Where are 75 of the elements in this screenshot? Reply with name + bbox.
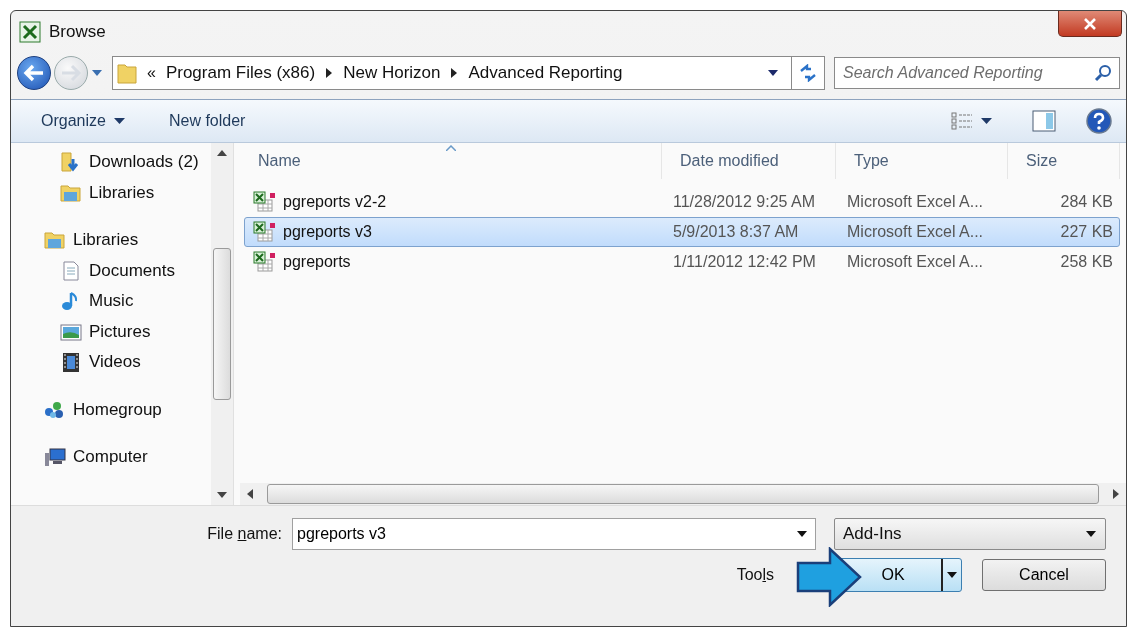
new-folder-button[interactable]: New folder <box>168 112 246 130</box>
nav-item[interactable]: Pictures <box>35 316 211 347</box>
scroll-down-icon[interactable] <box>217 492 227 499</box>
file-name: pgreports v2-2 <box>283 193 387 211</box>
refresh-icon <box>798 64 818 82</box>
date-cell-text: 5/9/2013 8:37 AM <box>672 223 800 241</box>
dropdown-icon <box>1085 530 1097 538</box>
file-name-field[interactable]: pgreports v3 <box>292 518 816 550</box>
size-cell-text: 284 KB <box>1059 193 1114 211</box>
caret-icon[interactable] <box>113 117 125 125</box>
nav-item[interactable]: Computer <box>35 442 211 473</box>
libraries-icon <box>43 229 67 252</box>
overflow-chevron[interactable]: « <box>147 64 156 82</box>
breadcrumb-item[interactable]: New Horizon <box>343 63 441 83</box>
nav-item[interactable]: Libraries <box>35 177 211 208</box>
date-cell-text: 11/28/2012 9:25 AM <box>672 193 817 211</box>
address-bar[interactable]: « Program Files (x86) New Horizon Advanced Reporting <box>112 56 792 90</box>
column-header[interactable]: Size <box>1008 143 1120 179</box>
excel-addin-file-icon <box>253 251 277 273</box>
column-header[interactable]: Date modified <box>662 143 836 179</box>
spreadsheet-app-icon <box>19 21 41 43</box>
back-button[interactable] <box>17 56 51 90</box>
size-cell-text: 258 KB <box>1059 253 1114 271</box>
column-header[interactable]: Name <box>240 143 662 179</box>
history-dropdown-icon[interactable] <box>91 69 103 77</box>
breadcrumb-item[interactable]: Program Files (x86) <box>165 63 316 83</box>
help-icon[interactable] <box>1086 108 1112 134</box>
date-cell-text: 1/11/2012 12:42 PM <box>672 253 817 271</box>
breadcrumb-item[interactable]: Advanced Reporting <box>468 63 623 83</box>
tools-menu[interactable]: Tools <box>736 566 774 584</box>
window-title: Browse <box>49 22 106 42</box>
pointer-arrow <box>796 547 862 607</box>
excel-addin-file-icon <box>253 191 277 213</box>
size-cell-text: 227 KB <box>1059 223 1114 241</box>
nav-item[interactable]: Downloads (2) <box>35 147 211 178</box>
cancel-button[interactable]: Cancel <box>982 559 1106 591</box>
excel-addin-file-icon <box>253 221 277 243</box>
breadcrumb-arrow-icon[interactable] <box>325 68 334 78</box>
computer-icon <box>43 446 67 469</box>
scroll-thumb[interactable] <box>213 248 231 400</box>
nav-item[interactable]: Homegroup <box>35 394 211 425</box>
dropdown-icon[interactable] <box>767 69 779 77</box>
breadcrumb-arrow-icon[interactable] <box>450 68 459 78</box>
close-icon <box>1083 17 1097 30</box>
nav-item[interactable]: Videos <box>35 347 211 378</box>
dropdown-icon[interactable] <box>796 530 808 538</box>
type-cell-text: Microsoft Excel A... <box>846 253 985 271</box>
file-row[interactable]: pgreports v3 5/9/2013 8:37 AM Microsoft Excel A... 227 KB <box>244 217 1120 247</box>
nav-item[interactable]: Music <box>35 286 211 317</box>
back-arrow-icon <box>23 64 45 82</box>
caret-icon <box>946 571 958 579</box>
close-button[interactable] <box>1058 11 1122 37</box>
caret-icon[interactable] <box>981 117 992 125</box>
view-options-icon[interactable] <box>951 112 973 130</box>
search-field[interactable]: Search Advanced Reporting <box>834 57 1120 89</box>
scroll-up-icon[interactable] <box>217 149 227 156</box>
file-name-label: File name: <box>207 525 282 543</box>
search-icon <box>1094 64 1112 82</box>
refresh-button[interactable] <box>791 56 825 90</box>
nav-item[interactable]: Libraries <box>35 225 211 256</box>
vertical-scrollbar[interactable] <box>211 143 233 505</box>
folder-icon <box>117 62 137 84</box>
type-cell-text: Microsoft Excel A... <box>846 223 985 241</box>
type-cell-text: Microsoft Excel A... <box>846 193 985 211</box>
scroll-left-icon[interactable] <box>246 489 253 499</box>
file-type-dropdown[interactable]: Add-Ins <box>834 518 1106 550</box>
file-row[interactable]: pgreports v2-2 11/28/2012 9:25 AM Microsoft Excel A... 284 KB <box>244 187 1120 217</box>
file-name: pgreports v3 <box>283 223 372 241</box>
file-row[interactable]: pgreports 1/11/2012 12:42 PM Microsoft Excel A... 258 KB <box>244 247 1120 277</box>
scroll-right-icon[interactable] <box>1113 489 1120 499</box>
nav-item[interactable]: Documents <box>35 255 211 286</box>
file-name: pgreports <box>283 253 351 271</box>
forward-arrow-icon <box>60 64 82 82</box>
column-header[interactable]: Type <box>836 143 1008 179</box>
organize-menu[interactable]: Organize <box>41 112 106 130</box>
